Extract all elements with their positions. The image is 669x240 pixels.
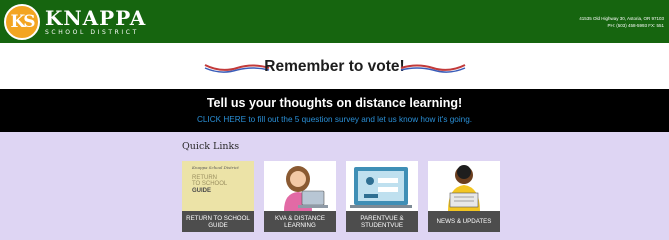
quick-links-heading: Quick Links [182, 141, 240, 152]
return-to-school-guide-image: Knappa School District RETURN TO SCHOOL … [182, 161, 254, 211]
quick-link-news-updates[interactable]: NEWS & UPDATES [428, 161, 500, 232]
logo-wordmark: KNAPPA SCHOOL DISTRICT [45, 8, 146, 36]
vote-banner: Remember to vote! [0, 43, 669, 89]
ribbon-right-icon [400, 64, 466, 73]
phone-line: PH: (503) 458-5993 FX: 551 [607, 23, 664, 28]
student-laptop-illustration-icon [264, 161, 336, 211]
tile-label: PARENTVUE & STUDENTVUE [346, 211, 418, 232]
survey-link[interactable]: CLICK HERE to fill out the 5 question su… [0, 115, 669, 124]
quick-links-section: Quick Links Knappa School District RETUR… [0, 132, 669, 240]
logo-badge-icon: KS [4, 4, 40, 40]
address-line: 41535 Old Highway 30, Astoria, OR 97103 [579, 16, 664, 21]
logo-name: KNAPPA [45, 6, 147, 30]
tile-label: RETURN TO SCHOOL GUIDE [182, 211, 254, 232]
district-logo[interactable]: KS KNAPPA SCHOOL DISTRICT [4, 4, 146, 40]
login-screen-illustration-icon [346, 161, 418, 211]
tile-label: KVA & DISTANCE LEARNING [264, 211, 336, 232]
guide-script-line: Knappa School District [192, 165, 239, 170]
logo-mark: KS [10, 12, 35, 32]
survey-title: Tell us your thoughts on distance learni… [206, 96, 463, 110]
quick-link-kva-distance-learning[interactable]: KVA & DISTANCE LEARNING [264, 161, 336, 232]
tile-label: NEWS & UPDATES [428, 211, 500, 232]
guide-line-3: GUIDE [192, 188, 212, 194]
survey-banner: Tell us your thoughts on distance learni… [0, 89, 669, 132]
quick-link-return-to-school[interactable]: Knappa School District RETURN TO SCHOOL … [182, 161, 254, 232]
logo-subtitle: SCHOOL DISTRICT [45, 29, 139, 36]
vote-reminder-text: Remember to vote! [264, 58, 405, 75]
contact-info: 41535 Old Highway 30, Astoria, OR 97103 … [579, 15, 664, 29]
reading-newspaper-illustration-icon [428, 161, 500, 211]
site-header: KS KNAPPA SCHOOL DISTRICT 41535 Old High… [0, 0, 669, 43]
quick-link-parentvue-studentvue[interactable]: PARENTVUE & STUDENTVUE [346, 161, 418, 232]
guide-line-2: TO SCHOOL [192, 181, 228, 187]
